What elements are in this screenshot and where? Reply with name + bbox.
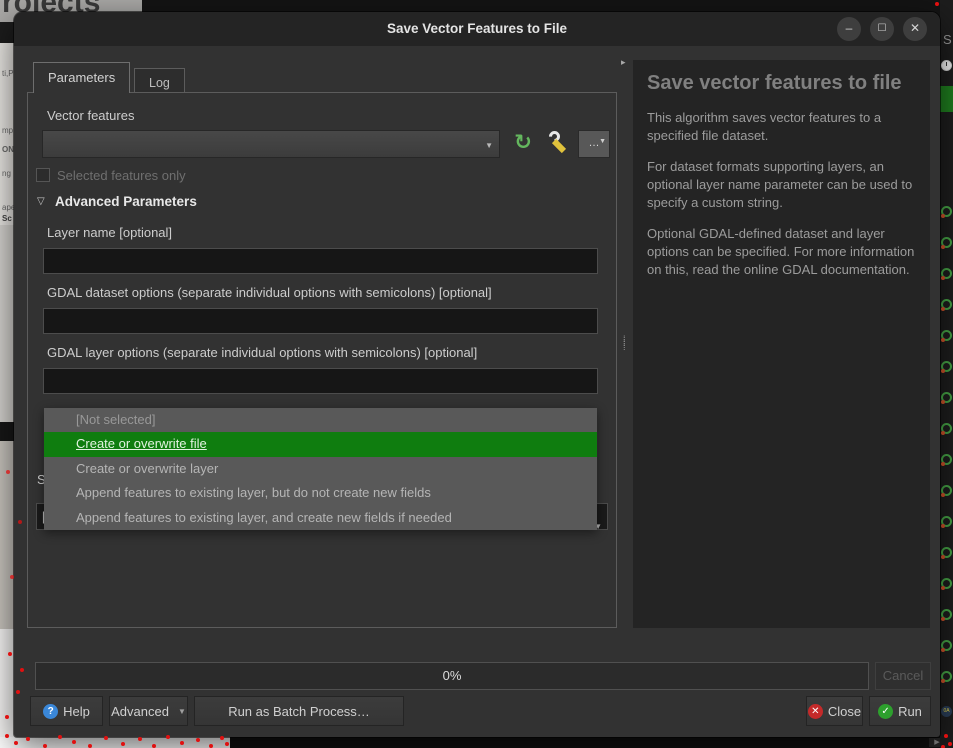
processing-history-icon: [941, 361, 952, 372]
progress-bar: 0%: [35, 662, 869, 690]
close-button[interactable]: ✕ Close: [806, 696, 863, 726]
map-point-feature-dot: [5, 734, 9, 738]
help-panel: Save vector features to file This algori…: [633, 60, 930, 628]
tab-log[interactable]: Log: [134, 68, 185, 93]
processing-history-icon: [941, 268, 952, 279]
cancel-button[interactable]: Cancel: [875, 662, 931, 690]
globe-icon: 0A: [941, 706, 952, 717]
panel-title-fragment: S: [943, 32, 952, 47]
dropdown-item-not-selected[interactable]: [Not selected]: [44, 408, 597, 432]
map-point-feature-dot: [10, 575, 14, 579]
processing-history-icon: [941, 547, 952, 558]
map-point-feature-dot: [18, 520, 22, 524]
advanced-button-label: Advanced: [111, 704, 169, 719]
help-button-label: Help: [63, 704, 90, 719]
maximize-button[interactable]: ☐: [870, 17, 894, 41]
tab-parameters[interactable]: Parameters: [33, 62, 130, 93]
processing-history-icon: [941, 640, 952, 651]
action-dropdown-popup: [Not selected] Create or overwrite file …: [44, 408, 597, 530]
run-button-label: Run: [898, 704, 922, 719]
processing-history-icon: [941, 392, 952, 403]
map-label-fragment: ti,P: [2, 69, 14, 78]
run-check-icon: ✓: [878, 704, 893, 719]
processing-history-icon: [941, 609, 952, 620]
dropdown-item-append-no-new-fields[interactable]: Append features to existing layer, but d…: [44, 481, 597, 505]
help-title: Save vector features to file: [647, 72, 916, 95]
help-paragraph: Optional GDAL-defined dataset and layer …: [647, 225, 916, 279]
selected-algorithm-highlight: [940, 86, 953, 112]
close-x-icon: ✕: [808, 704, 823, 719]
map-label-fragment: mp: [2, 126, 13, 135]
map-point-feature-dot: [138, 737, 142, 741]
splitter-collapse-icon[interactable]: ▸: [621, 57, 626, 68]
map-point-feature-dot: [166, 735, 170, 739]
map-label-fragment: Sc: [2, 214, 12, 223]
map-point-feature-dot: [209, 744, 213, 748]
processing-history-icon: [941, 206, 952, 217]
dialog-titlebar[interactable]: Save Vector Features to File – ☐ ✕: [14, 12, 940, 46]
map-point-feature-dot: [152, 744, 156, 748]
processing-history-icon: [941, 485, 952, 496]
run-button[interactable]: ✓ Run: [869, 696, 931, 726]
parameters-groupbox: [27, 92, 617, 628]
map-point-feature-dot: [225, 742, 229, 746]
dialog-title: Save Vector Features to File: [14, 12, 940, 46]
map-point-feature-dot: [43, 744, 47, 748]
processing-history-icon: [941, 330, 952, 341]
map-point-feature-dot: [8, 652, 12, 656]
map-point-feature-dot: [72, 740, 76, 744]
clock-icon: [941, 60, 952, 71]
map-point-feature-dot: [944, 734, 948, 738]
processing-history-icon: [941, 578, 952, 589]
processing-history-icon: [941, 299, 952, 310]
map-point-feature-dot: [26, 737, 30, 741]
map-point-feature-dot: [180, 741, 184, 745]
map-label-fragment: ng: [2, 169, 11, 178]
processing-history-icon: [941, 454, 952, 465]
map-point-feature-dot: [935, 2, 939, 6]
background-bottom-strip: ▶: [0, 737, 953, 748]
processing-history-icon: [941, 671, 952, 682]
map-point-feature-dot: [88, 744, 92, 748]
map-point-feature-dot: [6, 470, 10, 474]
map-point-feature-dot: [16, 690, 20, 694]
processing-history-icon: [941, 516, 952, 527]
help-question-icon: ?: [43, 704, 58, 719]
map-point-feature-dot: [20, 668, 24, 672]
map-point-feature-dot: [58, 735, 62, 739]
dropdown-item-create-overwrite-file[interactable]: Create or overwrite file: [44, 432, 597, 456]
batch-button-label: Run as Batch Process…: [228, 704, 370, 719]
map-point-feature-dot: [220, 736, 224, 740]
splitter-handle[interactable]: ⁞⁞⁞: [623, 337, 628, 367]
map-point-feature-dot: [104, 736, 108, 740]
map-point-feature-dot: [14, 741, 18, 745]
help-button[interactable]: ? Help: [30, 696, 103, 726]
background-right-strip: S 0A: [940, 0, 953, 748]
minimize-button[interactable]: –: [837, 17, 861, 41]
map-point-feature-dot: [121, 742, 125, 746]
advanced-button[interactable]: Advanced ▼: [109, 696, 188, 726]
qgis-screen: rojects ti,P mp ONH ng ape Sc ▶ S 0A Sav…: [0, 0, 953, 748]
map-point-feature-dot: [5, 715, 9, 719]
processing-history-icon: [941, 423, 952, 434]
dropdown-item-create-overwrite-layer[interactable]: Create or overwrite layer: [44, 457, 597, 481]
close-window-button[interactable]: ✕: [903, 17, 927, 41]
processing-history-icon: [941, 237, 952, 248]
map-point-feature-dot: [196, 738, 200, 742]
chevron-down-icon: ▼: [178, 707, 186, 716]
run-as-batch-button[interactable]: Run as Batch Process…: [194, 696, 404, 726]
save-vector-features-dialog: Save Vector Features to File – ☐ ✕ Param…: [14, 12, 940, 737]
help-paragraph: For dataset formats supporting layers, a…: [647, 158, 916, 212]
help-paragraph: This algorithm saves vector features to …: [647, 109, 916, 145]
map-point-feature-dot: [948, 742, 952, 746]
dropdown-item-append-new-fields[interactable]: Append features to existing layer, and c…: [44, 506, 597, 530]
close-button-label: Close: [828, 704, 861, 719]
